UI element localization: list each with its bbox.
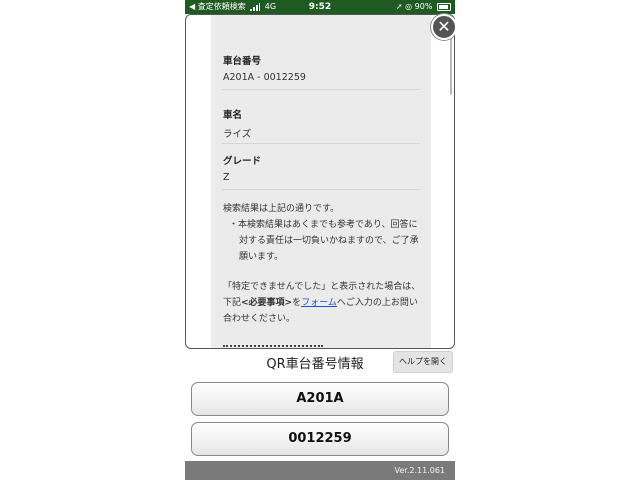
status-bar: ◀ 査定依頼検索 4G 9:52 ➚ ◎ 90% — [185, 0, 455, 14]
result-note: 検索結果は上記の通りです。 ・本検索結果はあくまでも参考であり、回答に対する責任… — [223, 201, 423, 265]
modal-content: 車台番号 A201A - 0012259 車名 ライズ グレード Z 検索結果は… — [211, 15, 431, 348]
page-title: QR車台番号情報 — [266, 357, 364, 372]
note-text: を — [292, 298, 302, 308]
modal-scrollbar[interactable] — [450, 35, 452, 95]
inquiry-note: 「特定できませんでした」と表示された場合は、下記<必要事項>をフォームへご入力の… — [223, 279, 423, 327]
phone-screen: ◀ 査定依頼検索 4G 9:52 ➚ ◎ 90% 車台番号 A201A - 00… — [185, 0, 455, 480]
field-label: 車名 — [223, 110, 243, 121]
battery-icon — [437, 2, 451, 11]
result-modal: 車台番号 A201A - 0012259 車名 ライズ グレード Z 検索結果は… — [185, 14, 455, 349]
note-line: 検索結果は上記の通りです。 — [223, 204, 340, 214]
field-value: ライズ — [223, 129, 252, 140]
divider — [222, 143, 420, 144]
field-chassis-number: 車台番号 A201A - 0012259 — [222, 53, 420, 90]
battery-percent: 90% — [414, 2, 433, 11]
close-modal-button[interactable]: ✕ — [431, 14, 455, 40]
truncated-content — [223, 345, 323, 348]
chassis-serial-button[interactable]: 0012259 — [191, 422, 449, 456]
field-value: Z — [223, 172, 230, 183]
version-label: Ver.2.11.061 — [394, 466, 446, 475]
help-open-button[interactable]: ヘルプを開く — [393, 351, 453, 373]
location-icon: ➚ — [395, 2, 403, 11]
status-right: ➚ ◎ 90% — [396, 0, 451, 14]
chassis-prefix-button[interactable]: A201A — [191, 382, 449, 416]
note-bullet: ・本検索結果はあくまでも参考であり、回答に対する責任は一切負いかねますので、ご了… — [229, 220, 419, 262]
divider — [222, 189, 420, 190]
field-car-name: 車名 ライズ — [222, 107, 420, 144]
divider — [222, 89, 420, 90]
close-icon: ✕ — [437, 17, 451, 36]
field-grade: グレード Z — [222, 153, 420, 190]
alarm-icon: ◎ — [405, 2, 413, 11]
field-label: グレード — [223, 156, 262, 167]
required-items-text: <必要事項> — [241, 298, 293, 308]
version-footer: Ver.2.11.061 — [185, 461, 455, 480]
field-label: 車台番号 — [223, 56, 262, 67]
field-value: A201A - 0012259 — [223, 72, 306, 83]
form-link[interactable]: フォーム — [301, 298, 337, 308]
